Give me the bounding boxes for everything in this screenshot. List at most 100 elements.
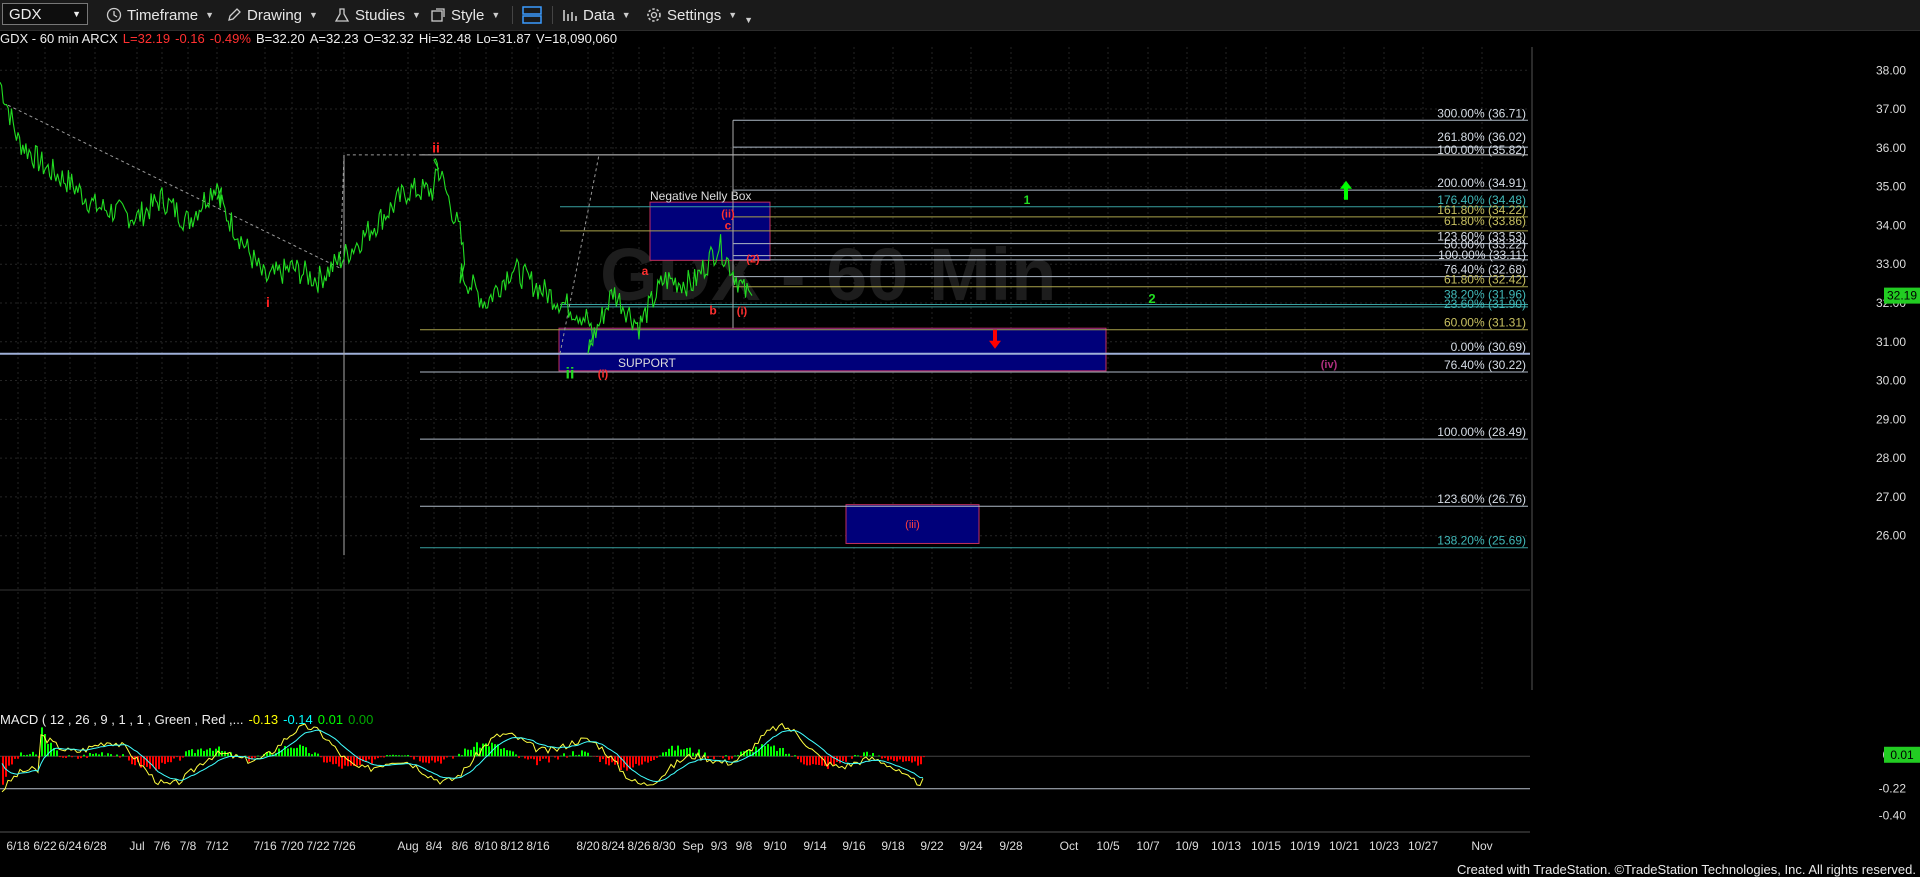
time-tick: 7/6: [154, 839, 171, 853]
macd-histogram-bar: [764, 746, 766, 757]
macd-histogram-bar: [200, 748, 202, 757]
macd-histogram-bar: [527, 756, 529, 760]
macd-histogram-bar: [80, 756, 82, 759]
macd-histogram-bar: [869, 755, 871, 757]
macd-histogram-bar: [515, 754, 517, 757]
macd-histogram-bar: [8, 756, 10, 766]
time-tick: Jul: [129, 839, 144, 853]
fib-label: 300.00% (36.71): [1437, 106, 1526, 120]
macd-histogram-bar: [797, 756, 799, 760]
macd-histogram-bar: [902, 756, 904, 762]
macd-histogram-bar: [506, 750, 508, 757]
macd-histogram-bar: [503, 748, 505, 757]
macd-histogram-bar: [536, 756, 538, 766]
macd-histogram-bar: [20, 752, 22, 757]
macd-histogram-bar: [446, 756, 448, 758]
macd-histogram-bar: [644, 756, 646, 762]
macd-histogram-bar: [68, 755, 70, 757]
fib-label: 138.20% (25.69): [1437, 534, 1526, 548]
macd-params: MACD ( 12 , 26 , 9 , 1 , 1 , Green , Red…: [0, 712, 244, 727]
macd-histogram-bar: [335, 756, 337, 764]
price-chart[interactable]: GDX - 60 Min Negative Nelly BoxSUPPORT(i…: [0, 0, 1920, 877]
time-tick: 8/12: [500, 839, 524, 853]
macd-histogram-bar: [461, 755, 463, 757]
macd-histogram-bar: [299, 744, 301, 757]
macd-histogram-bar: [548, 756, 550, 763]
macd-histogram-bar: [431, 756, 433, 761]
macd-histogram-bar: [419, 756, 421, 762]
time-tick: 7/8: [180, 839, 197, 853]
macd-histogram-bar: [578, 754, 580, 757]
macd-histogram-bar: [677, 745, 679, 757]
time-tick: 9/16: [842, 839, 866, 853]
macd-histogram-bar: [290, 747, 292, 757]
wave-label-ii: ii: [432, 140, 440, 156]
macd-histogram-bar: [782, 747, 784, 757]
macd-histogram-bar: [326, 756, 328, 763]
axis-background: [1532, 47, 1920, 690]
macd-histogram-bar: [587, 752, 589, 757]
time-tick: 9/14: [803, 839, 827, 853]
macd-histogram-bar: [119, 756, 121, 758]
macd-histogram-bar: [842, 756, 844, 761]
macd-histogram-bar: [410, 756, 412, 758]
macd-histogram-bar: [179, 756, 181, 761]
time-tick: 9/8: [736, 839, 753, 853]
macd-histogram-bar: [911, 756, 913, 763]
time-tick: 8/24: [601, 839, 625, 853]
macd-histogram-bar: [545, 756, 547, 759]
price-tick: 27.00: [1876, 490, 1906, 504]
time-tick: 10/21: [1329, 839, 1359, 853]
macd-histogram-bar: [899, 756, 901, 760]
macd-histogram-bar: [857, 755, 859, 757]
macd-histogram-bar: [2, 756, 4, 785]
macd-histogram-bar: [518, 756, 520, 758]
time-tick: 9/3: [711, 839, 728, 853]
macd-value-tag: 0.01: [1890, 748, 1914, 762]
negative-nelly-label: Negative Nelly Box: [650, 189, 751, 203]
price-tick: 36.00: [1876, 141, 1906, 155]
macd-zero-value: 0.00: [348, 712, 374, 727]
price-tick: 38.00: [1876, 63, 1906, 77]
macd-histogram-bar: [182, 756, 184, 758]
macd-histogram-bar: [167, 756, 169, 763]
macd-histogram-bar: [380, 756, 382, 758]
macd-histogram-bar: [452, 756, 454, 759]
macd-histogram-bar: [638, 756, 640, 766]
price-tick: 30.00: [1876, 374, 1906, 388]
macd-histogram-bar: [812, 756, 814, 765]
macd-histogram-bar: [50, 742, 52, 757]
macd-histogram-bar: [332, 756, 334, 765]
macd-value: -0.13: [248, 712, 279, 727]
macd-histogram-bar: [308, 753, 310, 757]
macd-histogram-bar: [854, 754, 856, 757]
macd-histogram-bar: [656, 756, 658, 758]
macd-histogram-bar: [692, 752, 694, 757]
macd-histogram-bar: [17, 756, 19, 759]
macd-histogram-bar: [794, 755, 796, 757]
copyright-footer: Created with TradeStation. ©TradeStation…: [1456, 862, 1916, 877]
macd-histogram-bar: [383, 756, 385, 758]
time-tick: 10/19: [1290, 839, 1320, 853]
price-tick: 34.00: [1876, 218, 1906, 232]
macd-histogram-bar: [722, 756, 724, 759]
macd-histogram-bar: [425, 756, 427, 763]
macd-histogram-bar: [56, 750, 58, 757]
wave-label-(ii): (ii): [721, 209, 735, 221]
macd-histogram-bar: [533, 756, 535, 760]
macd-histogram-bar: [917, 756, 919, 766]
fib-label: 23.60% (31.90): [1444, 297, 1526, 311]
macd-histogram-bar: [665, 751, 667, 757]
macd-histogram-bar: [599, 756, 601, 762]
macd-histogram-bar: [884, 756, 886, 759]
macd-histogram-bar: [809, 756, 811, 766]
macd-histogram-bar: [29, 754, 31, 757]
macd-histogram-bar: [311, 754, 313, 757]
macd-histogram-bar: [806, 756, 808, 766]
macd-histogram-bar: [707, 756, 709, 759]
time-tick: Oct: [1060, 839, 1079, 853]
macd-histogram-bar: [392, 754, 394, 757]
price-tick: 31.00: [1876, 335, 1906, 349]
macd-histogram-bar: [209, 748, 211, 757]
support-label: SUPPORT: [618, 356, 676, 370]
